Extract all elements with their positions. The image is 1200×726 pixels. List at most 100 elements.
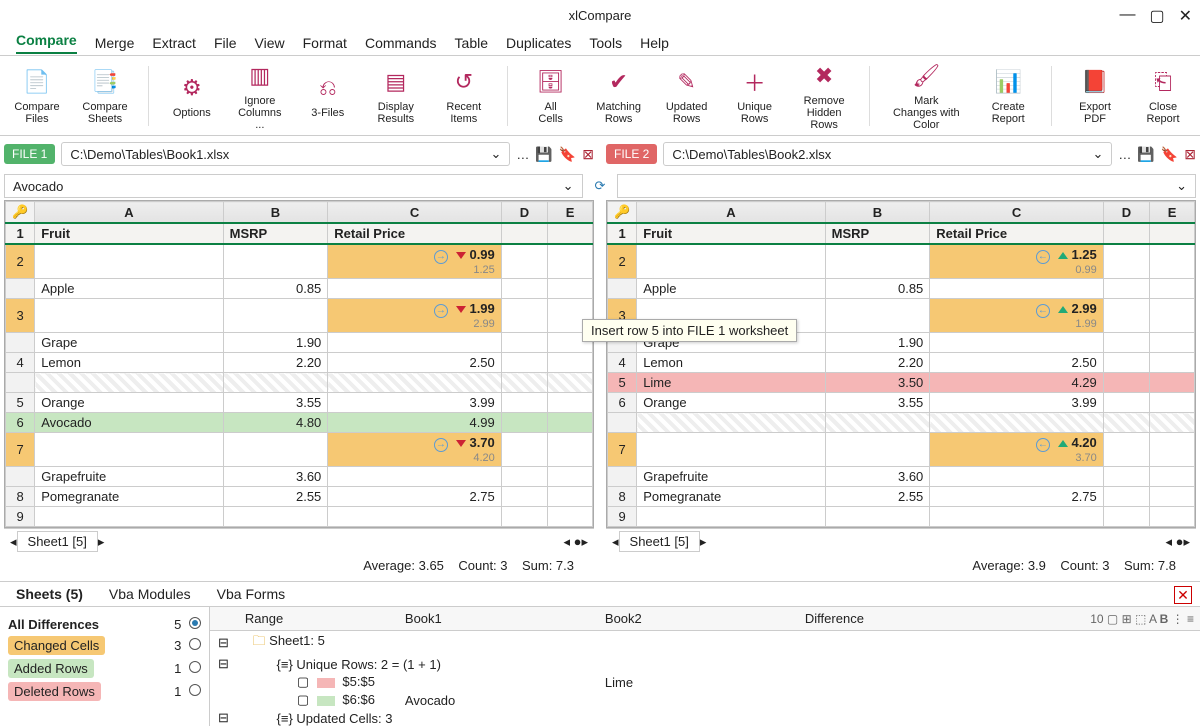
col-E[interactable]: E xyxy=(1150,202,1195,224)
formula-right[interactable]: ⌄ xyxy=(617,174,1196,198)
scroll-right-icon[interactable]: ▸ xyxy=(1183,534,1190,550)
scroll-left-icon[interactable]: ◂ ● xyxy=(1165,534,1183,550)
file1-path[interactable]: C:\Demo\Tables\Book1.xlsx⌄ xyxy=(61,142,510,166)
filter-added-rows[interactable]: Added Rows1 xyxy=(8,659,201,678)
ellipsis-icon[interactable]: … xyxy=(1118,147,1131,162)
ribbon-display-results[interactable]: ▤DisplayResults xyxy=(371,67,421,125)
table-row[interactable]: Grapefruite3.60 xyxy=(608,467,1195,487)
menu-format[interactable]: Format xyxy=(303,35,347,51)
ribbon-close-report[interactable]: ⎗CloseReport xyxy=(1138,67,1188,125)
ribbon-updated-rows[interactable]: ✎UpdatedRows xyxy=(662,67,712,125)
sheet-tab[interactable]: Sheet1 [5] xyxy=(619,531,700,552)
delete-icon[interactable]: ⊠ xyxy=(1184,146,1196,163)
next-sheet-icon[interactable]: ▸ xyxy=(700,534,707,550)
menu-view[interactable]: View xyxy=(255,35,285,51)
ribbon-mark-changes-with-color[interactable]: 🖌MarkChanges with Color xyxy=(887,61,965,131)
table-row[interactable]: 8Pomegranate2.552.75 xyxy=(608,487,1195,507)
table-row[interactable]: 9 xyxy=(6,507,593,527)
chevron-down-icon[interactable]: ⌄ xyxy=(563,178,574,194)
ellipsis-icon[interactable]: … xyxy=(516,147,529,162)
ribbon-unique-rows[interactable]: ＋UniqueRows xyxy=(730,67,780,125)
table-row[interactable]: 5Lime3.504.29 xyxy=(608,373,1195,393)
sync-icon[interactable]: ⟳ xyxy=(595,178,606,194)
tab-vba-modules[interactable]: Vba Modules xyxy=(109,586,191,602)
col-D[interactable]: D xyxy=(501,202,547,224)
table-row[interactable]: 9 xyxy=(608,507,1195,527)
scroll-right-icon[interactable]: ▸ xyxy=(581,534,588,550)
table-row[interactable] xyxy=(6,373,593,393)
filter-changed-cells[interactable]: Changed Cells3 xyxy=(8,636,201,655)
menu-compare[interactable]: Compare xyxy=(16,32,77,54)
close-icon[interactable]: ✕ xyxy=(1179,6,1192,26)
table-row[interactable]: 2→ 0.991.25 xyxy=(6,244,593,279)
table-row[interactable]: Apple0.85 xyxy=(608,279,1195,299)
sheet-tab[interactable]: Sheet1 [5] xyxy=(17,531,98,552)
table-row[interactable]: Grapefruite3.60 xyxy=(6,467,593,487)
diff-row[interactable]: ▢ $5:$5Lime xyxy=(210,673,1200,691)
menu-extract[interactable]: Extract xyxy=(152,35,196,51)
formula-left[interactable]: Avocado⌄ xyxy=(4,174,583,198)
chevron-down-icon[interactable]: ⌄ xyxy=(1176,178,1187,194)
menu-file[interactable]: File xyxy=(214,35,237,51)
tag-icon[interactable]: 🔖 xyxy=(1161,146,1178,163)
filter-all-differences[interactable]: All Differences5 xyxy=(8,617,201,632)
tab-vba-forms[interactable]: Vba Forms xyxy=(217,586,285,602)
filter-deleted-rows[interactable]: Deleted Rows1 xyxy=(8,682,201,701)
table-row[interactable]: 4Lemon2.202.50 xyxy=(608,353,1195,373)
col-C[interactable]: C xyxy=(930,202,1103,224)
table-row[interactable]: 2← 1.250.99 xyxy=(608,244,1195,279)
ribbon-compare-sheets[interactable]: 📑CompareSheets xyxy=(80,67,130,125)
ribbon-export-pdf[interactable]: 📕ExportPDF xyxy=(1070,67,1120,125)
table-row[interactable]: 7← 4.203.70 xyxy=(608,433,1195,467)
diff-row[interactable]: ⊟ {≡} Updated Cells: 3 xyxy=(210,709,1200,726)
menu-merge[interactable]: Merge xyxy=(95,35,135,51)
ribbon-ignore-columns-[interactable]: ▥IgnoreColumns ... xyxy=(235,61,285,131)
table-row[interactable] xyxy=(608,413,1195,433)
col-D[interactable]: D xyxy=(1103,202,1149,224)
table-row[interactable]: Apple0.85 xyxy=(6,279,593,299)
tab-sheets-[interactable]: Sheets (5) xyxy=(16,586,83,602)
ribbon-all-cells[interactable]: 🗄AllCells xyxy=(526,67,576,125)
table-row[interactable]: 4Lemon2.202.50 xyxy=(6,353,593,373)
chevron-down-icon[interactable]: ⌄ xyxy=(490,146,501,162)
ribbon--files[interactable]: ⎌3-Files xyxy=(303,73,353,119)
table-row[interactable]: 3→ 1.992.99 xyxy=(6,299,593,333)
menu-tools[interactable]: Tools xyxy=(589,35,622,51)
table-row[interactable]: 6Avocado4.804.99 xyxy=(6,413,593,433)
table-row[interactable]: Grape1.90 xyxy=(6,333,593,353)
save-icon[interactable]: 💾 xyxy=(535,146,552,163)
menu-duplicates[interactable]: Duplicates xyxy=(506,35,571,51)
col-C[interactable]: C xyxy=(328,202,501,224)
col-A[interactable]: A xyxy=(35,202,223,224)
ribbon-matching-rows[interactable]: ✔MatchingRows xyxy=(594,67,644,125)
menu-help[interactable]: Help xyxy=(640,35,669,51)
col-B[interactable]: B xyxy=(223,202,328,224)
scroll-left-icon[interactable]: ◂ ● xyxy=(563,534,581,550)
col-B[interactable]: B xyxy=(825,202,930,224)
save-icon[interactable]: 💾 xyxy=(1137,146,1154,163)
ribbon-remove-hidden-rows[interactable]: ✖RemoveHidden Rows xyxy=(798,61,851,131)
chevron-down-icon[interactable]: ⌄ xyxy=(1092,146,1103,162)
diff-row[interactable]: ▢ $6:$6Avocado xyxy=(210,691,1200,709)
ribbon-compare-files[interactable]: 📄CompareFiles xyxy=(12,67,62,125)
menu-table[interactable]: Table xyxy=(455,35,488,51)
col-E[interactable]: E xyxy=(548,202,593,224)
ribbon-create-report[interactable]: 📊CreateReport xyxy=(983,67,1033,125)
table-row[interactable]: 6Orange3.553.99 xyxy=(608,393,1195,413)
delete-icon[interactable]: ⊠ xyxy=(582,146,594,163)
next-sheet-icon[interactable]: ▸ xyxy=(98,534,105,550)
table-row[interactable]: 7→ 3.704.20 xyxy=(6,433,593,467)
close-panel-icon[interactable]: ✕ xyxy=(1174,586,1192,604)
minimize-icon[interactable]: — xyxy=(1119,6,1135,26)
file2-path[interactable]: C:\Demo\Tables\Book2.xlsx⌄ xyxy=(663,142,1112,166)
maximize-icon[interactable]: ▢ xyxy=(1149,6,1164,26)
tag-icon[interactable]: 🔖 xyxy=(559,146,576,163)
diff-row[interactable]: ⊟ {≡} Unique Rows: 2 = (1 + 1) xyxy=(210,655,1200,673)
ribbon-recent-items[interactable]: ↺RecentItems xyxy=(439,67,489,125)
table-row[interactable]: 5Orange3.553.99 xyxy=(6,393,593,413)
table-row[interactable]: 8Pomegranate2.552.75 xyxy=(6,487,593,507)
col-A[interactable]: A xyxy=(637,202,825,224)
diff-row[interactable]: ⊟ 🗀 Sheet1: 5 xyxy=(210,631,1200,656)
ribbon-options[interactable]: ⚙Options xyxy=(167,73,217,119)
menu-commands[interactable]: Commands xyxy=(365,35,437,51)
